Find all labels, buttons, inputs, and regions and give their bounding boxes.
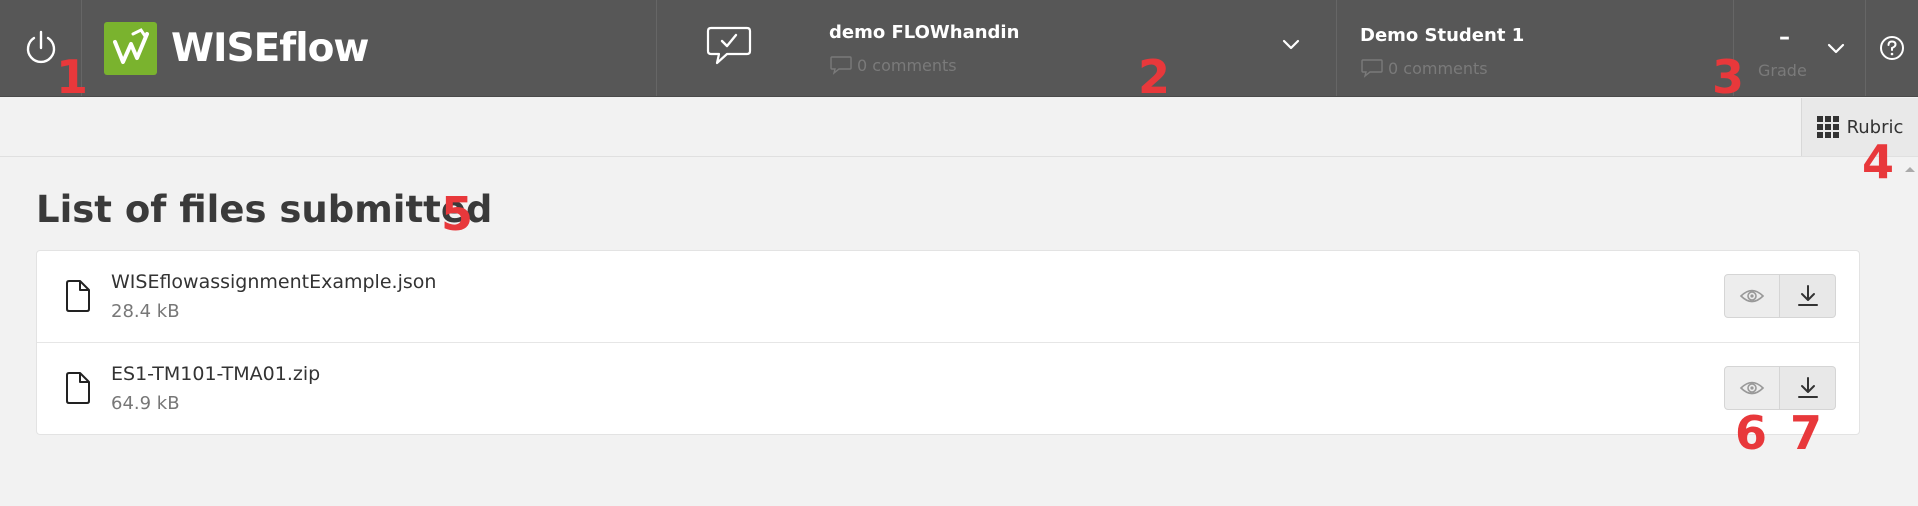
comment-icon [1361,59,1383,78]
marker-3: 3 [1712,50,1745,104]
file-row: WISEflowassignmentExample.json 28.4 kB [37,251,1859,343]
brand: WISEflow [82,0,657,96]
comment-icon [830,56,852,75]
student-name: Demo Student 1 [1360,25,1525,46]
help-button[interactable] [1866,0,1918,96]
grade-label: Grade [1758,61,1807,80]
student-comments-label: 0 comments [1388,58,1488,78]
file-size: 28.4 kB [111,301,180,322]
file-list: WISEflowassignmentExample.json 28.4 kB E… [36,250,1860,435]
preview-button[interactable] [1724,366,1780,410]
power-icon [26,30,55,64]
marker-6: 6 [1735,406,1768,460]
download-icon [1797,377,1818,398]
assignment-title: demo FLOWhandin [829,22,1020,43]
toolbar: Rubric [0,98,1918,157]
scroll-up-icon[interactable] [1904,165,1916,173]
student-comments[interactable]: 0 comments [1360,58,1488,78]
assignment-selector[interactable]: demo FLOWhandin 0 comments [657,0,1337,96]
marker-7: 7 [1790,406,1823,460]
file-actions [1724,366,1836,410]
brand-name: WISEflow [171,25,369,71]
top-bar: WISEflow demo FLOWhandin 0 comments Demo… [0,0,1918,97]
page-title: List of files submitted [36,188,493,231]
marker-4: 4 [1862,135,1895,189]
student-selector[interactable]: Demo Student 1 0 comments [1337,0,1734,96]
chevron-down-icon[interactable] [1281,38,1301,52]
preview-button[interactable] [1724,274,1780,318]
chat-check-icon [706,26,752,65]
file-size: 64.9 kB [111,393,180,414]
grid-icon [1816,116,1839,138]
assignment-comments[interactable]: 0 comments [829,55,957,75]
eye-icon [1739,289,1765,303]
download-button[interactable] [1780,366,1836,410]
wiseflow-logo-icon [104,21,157,75]
assignment-comments-label: 0 comments [857,55,957,75]
file-name: WISEflowassignmentExample.json [111,271,437,293]
marker-1: 1 [56,50,89,104]
help-icon [1880,36,1904,60]
marker-2: 2 [1138,50,1171,104]
file-icon [66,280,90,312]
rubric-button[interactable]: Rubric [1801,98,1918,156]
grade-selector[interactable]: – Grade [1734,0,1866,96]
chevron-down-icon[interactable] [1826,42,1846,56]
marker-5: 5 [441,187,474,241]
file-actions [1724,274,1836,318]
file-name: ES1-TM101-TMA01.zip [111,363,321,385]
eye-icon [1739,381,1765,395]
file-icon [66,372,90,404]
download-icon [1797,285,1818,306]
download-button[interactable] [1780,274,1836,318]
grade-value: – [1779,25,1790,50]
file-row: ES1-TM101-TMA01.zip 64.9 kB [37,343,1859,435]
